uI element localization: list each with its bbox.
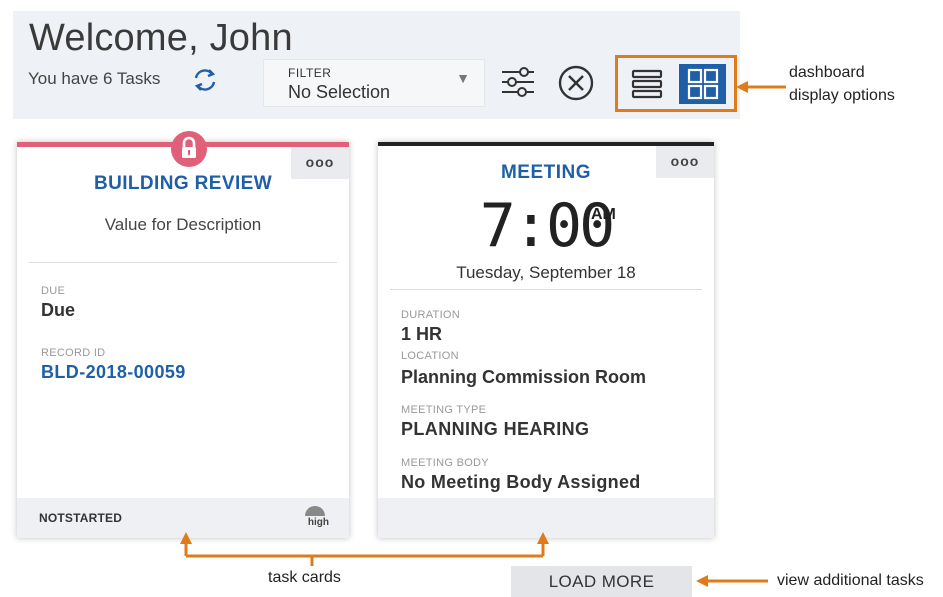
annotation-display-options-line2: display options [789,87,895,104]
dashboard-screen: Welcome, John You have 6 Tasks FILTER No… [0,0,943,597]
annotation-view-additional: view additional tasks [777,572,924,589]
annotation-task-cards: task cards [268,569,341,586]
annotation-display-options-line1: dashboard [789,64,865,81]
